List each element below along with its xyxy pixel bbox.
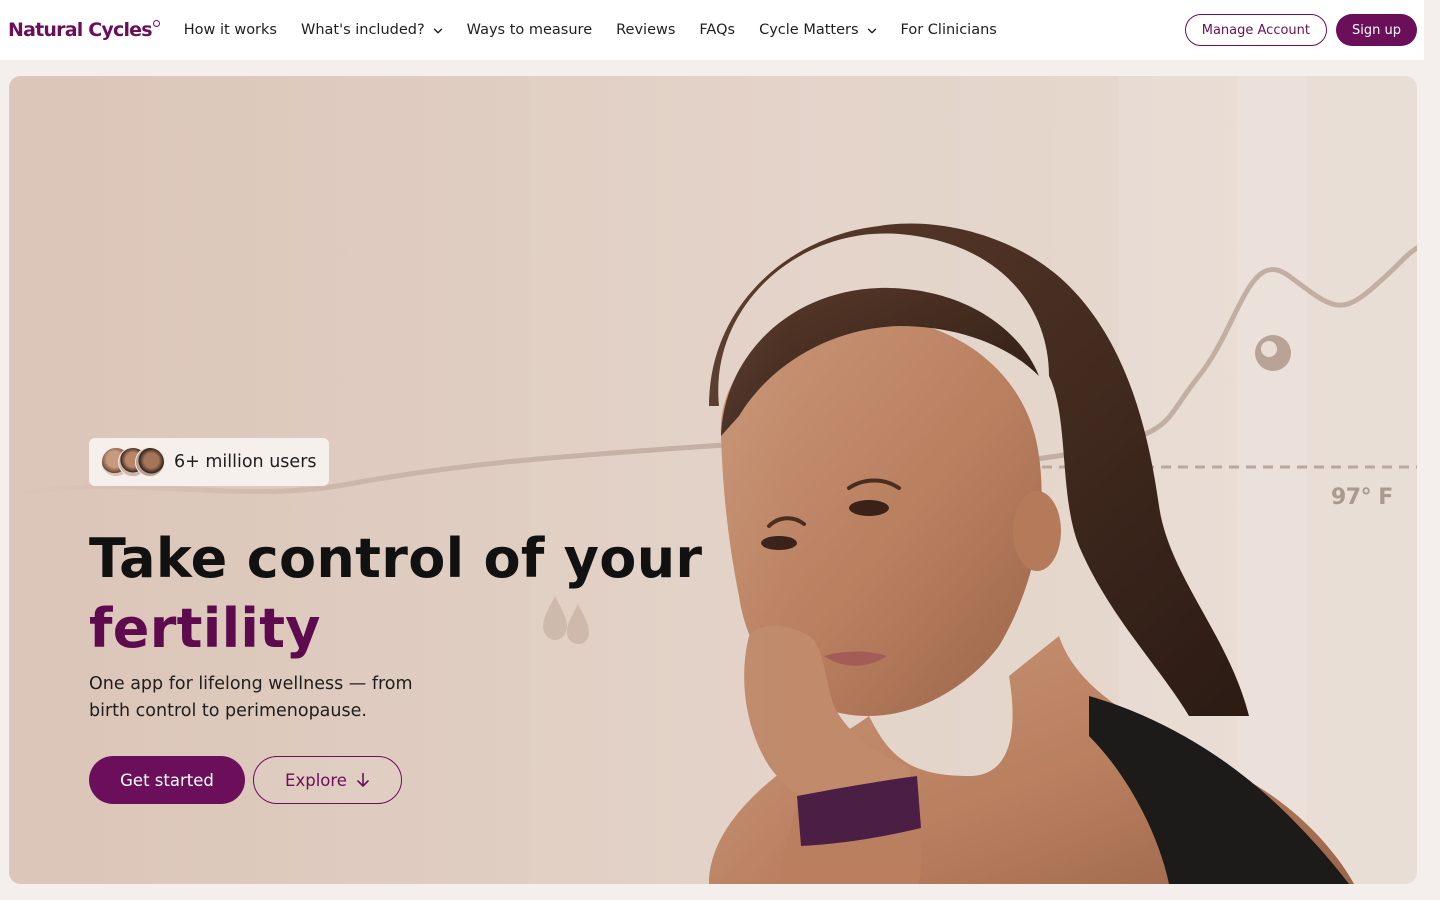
- nav-label: Ways to measure: [466, 22, 593, 38]
- hero-section: 97° F 6+ million users Take control of y…: [9, 76, 1417, 884]
- users-count-text: 6+ million users: [174, 452, 317, 472]
- explore-label: Explore: [285, 770, 347, 790]
- headline-accent: fertility: [89, 597, 321, 660]
- nav-ways-to-measure[interactable]: Ways to measure: [467, 22, 592, 38]
- headline-line: Take control of your: [89, 527, 703, 590]
- avatar: [135, 447, 165, 477]
- nav-how-it-works[interactable]: How it works: [184, 22, 277, 38]
- nav-label: How it works: [183, 22, 277, 38]
- hero-subtext: One app for lifelong wellness — from bir…: [89, 674, 413, 721]
- nav-label: For Clinicians: [900, 22, 997, 38]
- temperature-label: 97° F: [1331, 485, 1393, 510]
- nav-label: FAQs: [699, 22, 736, 38]
- main-nav: How it works What's included? Ways to me…: [184, 22, 1021, 38]
- logo-ring-icon: [152, 20, 160, 27]
- chevron-down-icon: [433, 28, 442, 33]
- logo-text: Natural Cycles: [8, 19, 153, 41]
- nav-for-clinicians[interactable]: For Clinicians: [901, 22, 997, 38]
- manage-account-button[interactable]: Manage Account: [1184, 14, 1328, 46]
- site-header: Natural Cycles How it works What's inclu…: [0, 0, 1424, 60]
- nav-label: Cycle Matters: [759, 22, 859, 38]
- hero-headline: Take control of your fertility: [89, 524, 702, 664]
- nav-label: Reviews: [616, 22, 676, 38]
- chevron-down-icon: [867, 28, 876, 33]
- user-avatars: [101, 447, 165, 477]
- sign-up-button[interactable]: Sign up: [1336, 14, 1417, 46]
- nav-faqs[interactable]: FAQs: [699, 22, 735, 38]
- explore-button[interactable]: Explore: [253, 756, 402, 804]
- nav-reviews[interactable]: Reviews: [616, 22, 675, 38]
- page-background: [0, 884, 1440, 900]
- arrow-down-icon: [357, 772, 369, 787]
- get-started-button[interactable]: Get started: [89, 756, 245, 804]
- header-actions: Manage Account Sign up: [1184, 14, 1417, 46]
- nav-whats-included[interactable]: What's included?: [301, 22, 443, 38]
- nav-label: What's included?: [300, 22, 425, 38]
- natural-cycles-logo[interactable]: Natural Cycles: [8, 19, 160, 41]
- nav-cycle-matters[interactable]: Cycle Matters: [759, 22, 876, 38]
- users-badge: 6+ million users: [89, 438, 329, 486]
